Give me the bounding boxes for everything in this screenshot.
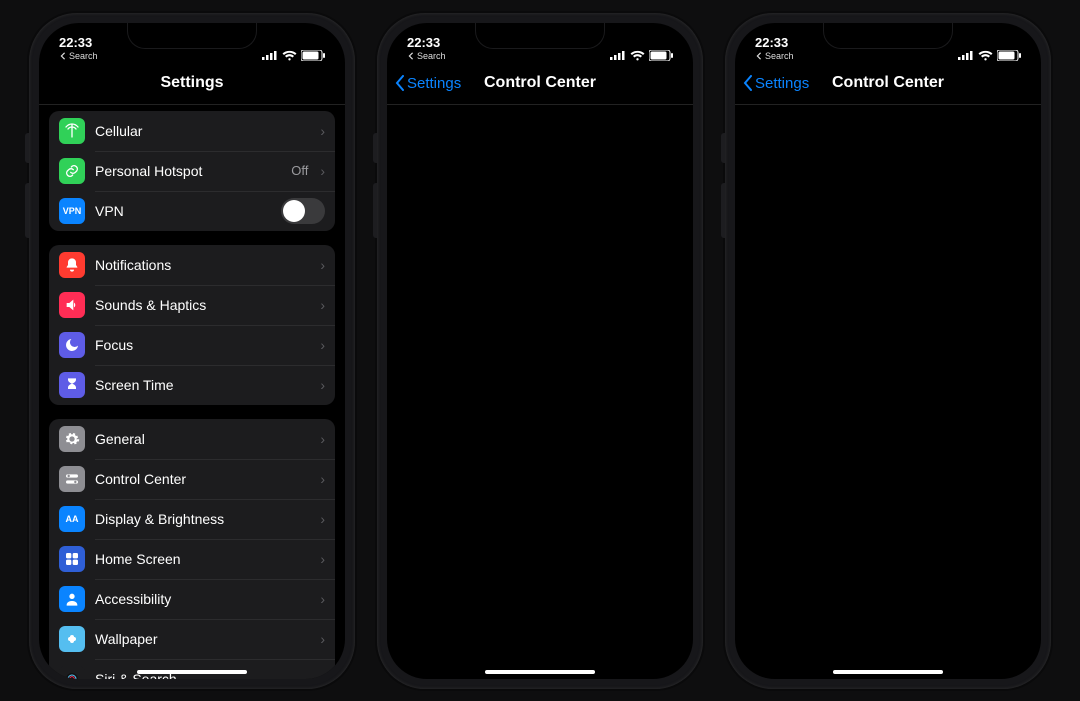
status-time: 22:33: [59, 35, 92, 50]
chevron-right-icon: ›: [320, 163, 325, 179]
page-title: Control Center: [484, 74, 596, 92]
row-label: Cellular: [95, 123, 310, 139]
row-label: Display & Brightness: [95, 511, 310, 527]
settings-row[interactable]: Screen Time ›: [49, 365, 335, 405]
nav-bar: Settings Control Center: [735, 63, 1041, 105]
chevron-right-icon: ›: [320, 551, 325, 567]
settings-row[interactable]: Notifications ›: [49, 245, 335, 285]
settings-row[interactable]: Sounds & Haptics ›: [49, 285, 335, 325]
row-label: Home Screen: [95, 551, 310, 567]
chevron-right-icon: ›: [320, 471, 325, 487]
vpn-icon: VPN: [59, 198, 85, 224]
row-label: Sounds & Haptics: [95, 297, 310, 313]
settings-row[interactable]: Siri & Search›: [49, 659, 335, 679]
speaker-icon: [59, 292, 85, 318]
home-indicator[interactable]: [137, 670, 247, 674]
person-icon: [59, 586, 85, 612]
signal-icon: [262, 50, 278, 60]
row-label: General: [95, 431, 310, 447]
notch: [127, 23, 257, 49]
link-icon: [59, 158, 85, 184]
chevron-right-icon: ›: [320, 337, 325, 353]
chevron-right-icon: ›: [320, 671, 325, 679]
page-title: Settings: [160, 74, 223, 92]
chevron-right-icon: ›: [320, 297, 325, 313]
chevron-right-icon: ›: [320, 511, 325, 527]
status-time: 22:33: [407, 35, 440, 50]
settings-row[interactable]: AA Display & Brightness ›: [49, 499, 335, 539]
row-label: Screen Time: [95, 377, 310, 393]
settings-row[interactable]: VPN VPN: [49, 191, 335, 231]
notch: [823, 23, 953, 49]
phone-frame-1: 22:33 Search Settings Cellular›Personal …: [29, 13, 355, 689]
row-label: Wallpaper: [95, 631, 310, 647]
moon-icon: [59, 332, 85, 358]
row-label: Personal Hotspot: [95, 163, 281, 179]
row-label: Notifications: [95, 257, 310, 273]
nav-bar: Settings Control Center: [387, 63, 693, 105]
phone-frame-3: 22:33 Search Settings Control Center: [725, 13, 1051, 689]
back-search[interactable]: Search: [59, 51, 98, 61]
bell-icon: [59, 252, 85, 278]
row-label: VPN: [95, 203, 271, 219]
siri-icon: [59, 666, 85, 679]
nav-back-button[interactable]: Settings: [395, 63, 461, 104]
chevron-right-icon: ›: [320, 257, 325, 273]
wifi-icon: [978, 50, 993, 61]
toggle-switch[interactable]: [281, 198, 325, 224]
phone-frame-2: 22:33 Search Settings Control Center: [377, 13, 703, 689]
chevron-right-icon: ›: [320, 377, 325, 393]
back-search[interactable]: Search: [407, 51, 446, 61]
flower-icon: [59, 626, 85, 652]
settings-row[interactable]: Control Center ›: [49, 459, 335, 499]
switches-icon: [59, 466, 85, 492]
settings-row[interactable]: Home Screen ›: [49, 539, 335, 579]
aa-icon: AA: [59, 506, 85, 532]
settings-row[interactable]: General ›: [49, 419, 335, 459]
nav-back-button[interactable]: Settings: [743, 63, 809, 104]
chevron-right-icon: ›: [320, 431, 325, 447]
page-title: Control Center: [832, 74, 944, 92]
chevron-right-icon: ›: [320, 123, 325, 139]
status-time: 22:33: [755, 35, 788, 50]
back-search[interactable]: Search: [755, 51, 794, 61]
notch: [475, 23, 605, 49]
home-indicator[interactable]: [833, 670, 943, 674]
battery-icon: [997, 50, 1021, 61]
home-indicator[interactable]: [485, 670, 595, 674]
hourglass-icon: [59, 372, 85, 398]
settings-row[interactable]: Wallpaper ›: [49, 619, 335, 659]
battery-icon: [649, 50, 673, 61]
row-label: Focus: [95, 337, 310, 353]
row-label: Control Center: [95, 471, 310, 487]
signal-icon: [610, 50, 626, 60]
antenna-icon: [59, 118, 85, 144]
settings-row[interactable]: Accessibility ›: [49, 579, 335, 619]
settings-row[interactable]: Focus ›: [49, 325, 335, 365]
gear-icon: [59, 426, 85, 452]
wifi-icon: [282, 50, 297, 61]
battery-icon: [301, 50, 325, 61]
row-trailing-value: Off: [291, 163, 308, 178]
nav-bar: Settings: [39, 63, 345, 105]
settings-row[interactable]: Cellular ›: [49, 111, 335, 151]
chevron-right-icon: ›: [320, 631, 325, 647]
signal-icon: [958, 50, 974, 60]
wifi-icon: [630, 50, 645, 61]
chevron-right-icon: ›: [320, 591, 325, 607]
grid-icon: [59, 546, 85, 572]
settings-row[interactable]: Personal Hotspot Off ›: [49, 151, 335, 191]
row-label: Accessibility: [95, 591, 310, 607]
